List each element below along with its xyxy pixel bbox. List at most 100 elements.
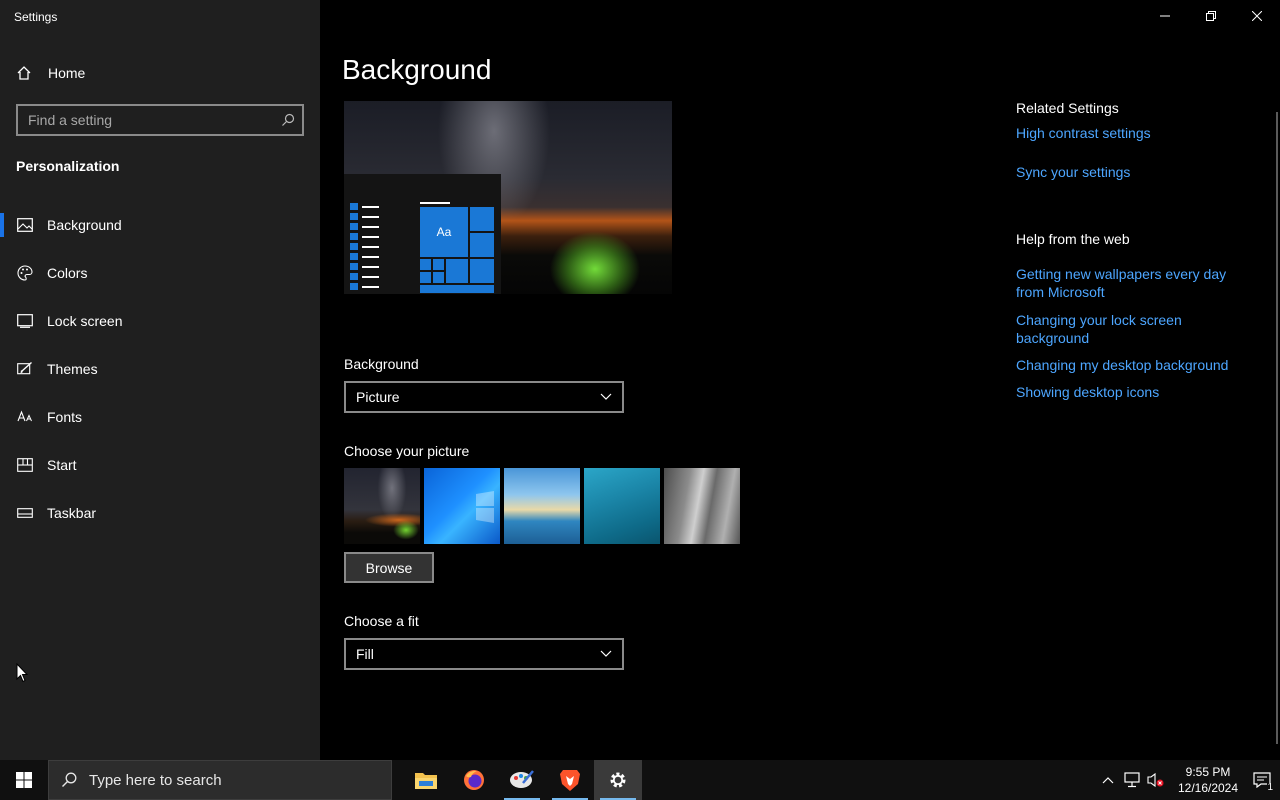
taskbar: Type here to search 9:55 PM 12/16/2024 1 [0, 760, 1280, 800]
picture-thumb-underwater-swimmer[interactable] [584, 468, 660, 544]
section-heading-personalization: Personalization [16, 158, 120, 174]
choose-picture-label: Choose your picture [344, 443, 470, 459]
volume-button[interactable] [1144, 760, 1168, 800]
file-explorer-icon [415, 773, 437, 789]
close-icon [1252, 11, 1262, 21]
mouse-pointer-icon [16, 663, 28, 683]
home-nav-item[interactable]: Home [16, 62, 85, 84]
start-icon [17, 457, 33, 473]
restore-icon [1206, 11, 1216, 21]
chevron-down-icon [600, 650, 612, 657]
system-tray: 9:55 PM 12/16/2024 1 [1096, 760, 1280, 800]
chevron-down-icon [600, 393, 612, 400]
window-title: Settings [14, 10, 58, 24]
sidebar-item-taskbar[interactable]: Taskbar [0, 489, 320, 537]
picture-thumb-windows-blue[interactable] [424, 468, 500, 544]
picture-thumb-night-sky-tent[interactable] [344, 468, 420, 544]
sidebar-item-label: Colors [47, 265, 88, 281]
picture-thumb-rock-cliff[interactable] [664, 468, 740, 544]
windows-start-icon [16, 772, 32, 788]
related-settings-panel: Related Settings High contrast settings … [1016, 100, 1246, 401]
paint-icon [510, 770, 534, 788]
taskbar-app-paint[interactable] [498, 760, 546, 800]
volume-muted-icon [1147, 772, 1164, 788]
restore-button[interactable] [1188, 0, 1234, 32]
background-type-label: Background [344, 356, 419, 372]
sidebar-item-label: Start [47, 457, 77, 473]
settings-main-panel: Background Aa Background Picture Choose … [320, 0, 1280, 760]
background-type-dropdown[interactable]: Picture [344, 381, 624, 413]
clock-date: 12/16/2024 [1177, 781, 1239, 795]
home-label: Home [48, 65, 86, 81]
taskbar-search-box[interactable]: Type here to search [48, 760, 392, 800]
fit-value: Fill [356, 646, 374, 662]
settings-sidebar: Settings Home Personalization Background… [0, 0, 320, 760]
sidebar-item-label: Taskbar [47, 505, 97, 521]
taskbar-search-placeholder: Type here to search [89, 771, 222, 789]
sidebar-item-label: Lock screen [47, 313, 123, 329]
taskbar-apps [402, 760, 642, 800]
taskbar-app-brave[interactable] [546, 760, 594, 800]
brave-icon [560, 770, 580, 791]
sidebar-item-label: Fonts [47, 409, 83, 425]
clock-time: 9:55 PM [1185, 765, 1231, 779]
personalization-nav: Background Colors Lock screen Themes Fon… [0, 201, 320, 537]
sidebar-item-background[interactable]: Background [0, 201, 320, 249]
taskbar-app-firefox[interactable] [450, 760, 498, 800]
start-button[interactable] [0, 760, 48, 800]
link-getting-new-wallpapers[interactable]: Getting new wallpapers every day from Mi… [1016, 265, 1246, 301]
picture-thumb-beach-reflection[interactable] [504, 468, 580, 544]
sidebar-item-label: Themes [47, 361, 98, 377]
sidebar-item-start[interactable]: Start [0, 441, 320, 489]
link-changing-desktop-background[interactable]: Changing my desktop background [1016, 356, 1246, 374]
preview-tiles: Aa [420, 207, 494, 293]
network-button[interactable] [1120, 760, 1144, 800]
picture-thumbnails [344, 468, 744, 544]
network-icon [1124, 772, 1140, 788]
minimize-icon [1160, 15, 1170, 17]
search-icon[interactable] [274, 113, 302, 127]
settings-gear-icon [610, 772, 626, 788]
help-from-web-heading: Help from the web [1016, 231, 1130, 247]
fonts-icon [17, 409, 33, 425]
sidebar-item-label: Background [47, 217, 122, 233]
taskbar-clock[interactable]: 9:55 PM 12/16/2024 [1172, 764, 1244, 796]
action-center-button[interactable]: 1 [1244, 760, 1280, 800]
home-icon [17, 66, 31, 80]
browse-button[interactable]: Browse [344, 552, 434, 583]
link-changing-lock-screen-background[interactable]: Changing your lock screen background [1016, 311, 1246, 347]
sidebar-item-themes[interactable]: Themes [0, 345, 320, 393]
link-high-contrast-settings[interactable]: High contrast settings [1016, 124, 1246, 142]
chevron-up-icon [1102, 777, 1114, 784]
link-showing-desktop-icons[interactable]: Showing desktop icons [1016, 383, 1246, 401]
related-settings-heading: Related Settings [1016, 100, 1119, 116]
sidebar-item-lock-screen[interactable]: Lock screen [0, 297, 320, 345]
lock-screen-icon [17, 313, 33, 329]
close-button[interactable] [1234, 0, 1280, 32]
background-preview: Aa [344, 101, 672, 294]
taskbar-app-file-explorer[interactable] [402, 760, 450, 800]
sidebar-item-fonts[interactable]: Fonts [0, 393, 320, 441]
picture-icon [17, 217, 33, 233]
preview-app-list [350, 202, 379, 292]
minimize-button[interactable] [1142, 0, 1188, 32]
page-title: Background [342, 54, 492, 85]
link-sync-your-settings[interactable]: Sync your settings [1016, 163, 1246, 181]
search-icon [62, 772, 77, 787]
window-controls [1142, 0, 1280, 32]
firefox-icon [464, 770, 484, 790]
fit-dropdown[interactable]: Fill [344, 638, 624, 670]
notification-count-badge: 1 [1267, 782, 1273, 793]
background-type-value: Picture [356, 389, 400, 405]
windows-logo-icon [476, 491, 494, 523]
preview-start-menu: Aa [344, 174, 501, 294]
taskbar-app-settings[interactable] [594, 760, 642, 800]
palette-icon [17, 265, 33, 281]
show-hidden-icons-button[interactable] [1096, 760, 1120, 800]
themes-icon [17, 361, 33, 377]
scrollbar[interactable] [1276, 112, 1278, 744]
find-setting-search[interactable] [16, 104, 304, 136]
find-setting-input[interactable] [18, 112, 274, 128]
sidebar-item-colors[interactable]: Colors [0, 249, 320, 297]
preview-tile-aa: Aa [420, 207, 468, 257]
